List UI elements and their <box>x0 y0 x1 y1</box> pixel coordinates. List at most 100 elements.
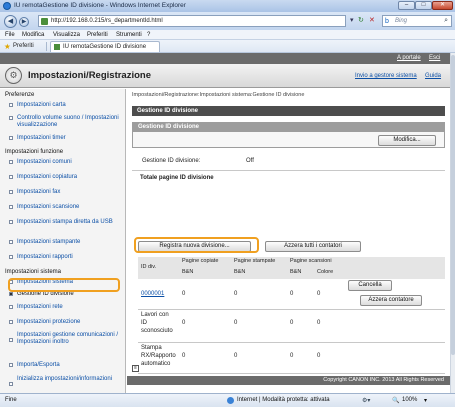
favorites-star-icon[interactable]: ★ <box>4 42 11 51</box>
sidebar-item-paper[interactable]: Impostazioni carta <box>17 102 123 109</box>
menu-bar: File Modifica Visualizza Preferiti Strum… <box>0 30 455 40</box>
delete-button[interactable]: Cancella <box>348 280 392 291</box>
sidebar-item-volume[interactable]: Controllo volume suono / Impostazioni vi… <box>17 115 123 129</box>
bullet-icon <box>9 160 13 164</box>
search-icon[interactable]: ⌕ <box>444 16 448 26</box>
protected-mode-icon[interactable]: ⚙▾ <box>362 397 370 404</box>
menu-help[interactable]: ? <box>147 32 150 38</box>
cell-scan-bw: 0 <box>290 353 294 359</box>
close-button[interactable]: ✕ <box>432 1 453 10</box>
bullet-icon <box>9 205 13 209</box>
stop-icon[interactable]: ✕ <box>369 15 375 26</box>
logout-link[interactable]: Esci <box>429 55 440 61</box>
favorites-button[interactable]: Preferiti <box>13 43 34 49</box>
back-button[interactable]: ◀ <box>4 15 17 28</box>
department-id-link[interactable]: 0000001 <box>141 290 164 298</box>
sidebar-item-usb-print[interactable]: Impostazioni stampa diretta da USB <box>17 219 123 226</box>
bullet-icon <box>9 255 13 259</box>
register-button-highlight <box>134 237 259 253</box>
ie-logo-icon <box>3 2 11 10</box>
tab-title: IU remotaGestione ID divisione <box>63 44 147 50</box>
mail-admin-link[interactable]: Invio a gestore sistema <box>355 73 417 79</box>
sidebar-item-timer[interactable]: Impostazioni timer <box>17 135 123 142</box>
status-bar: Fine Internet | Modalità protetta: attiv… <box>0 393 455 407</box>
status-text: Fine <box>5 397 17 403</box>
favorites-bar: ★ Preferiti IU remotaGestione ID divisio… <box>0 40 455 53</box>
menu-view[interactable]: Visualizza <box>53 32 80 38</box>
scrollbar-thumb[interactable] <box>451 55 455 355</box>
breadcrumb: Impostazioni/Registrazione:Impostazioni … <box>132 92 305 98</box>
sidebar-section-system: Impostazioni sistema <box>5 269 62 275</box>
bullet-icon <box>9 320 13 324</box>
divider <box>132 170 445 171</box>
maximize-button[interactable]: □ <box>415 1 432 10</box>
sidebar-item-initialize[interactable]: Inizializza impostazioni/informazioni <box>17 376 123 383</box>
cell-print-bw: 0 <box>234 320 238 326</box>
col-scanned-bw: B&N <box>290 269 302 275</box>
bullet-icon <box>9 175 13 179</box>
sidebar-item-printer[interactable]: Impostazioni stampante <box>17 239 123 246</box>
page-top-icon[interactable]: ≡ <box>132 365 139 372</box>
menu-edit[interactable]: Modifica <box>22 32 44 38</box>
table-row-auto-report: Stampa RX/Rapporto automatico <box>141 345 176 367</box>
status-value: Off <box>246 158 254 164</box>
sidebar-item-department-id[interactable]: Gestione ID divisione <box>17 291 123 298</box>
search-input[interactable]: b Bing ⌕ <box>382 15 452 27</box>
bullet-icon <box>9 363 13 367</box>
bullet-icon <box>9 103 13 107</box>
sidebar-item-reports[interactable]: Impostazioni rapporti <box>17 254 123 261</box>
sidebar-item-network[interactable]: Impostazioni rete <box>17 304 123 311</box>
divider <box>138 342 445 343</box>
top-link-strip: A portale Esci <box>0 53 450 64</box>
bullet-icon <box>9 240 13 244</box>
sidebar-item-security[interactable]: Impostazioni protezione <box>17 319 123 326</box>
menu-favorites[interactable]: Preferiti <box>87 32 108 38</box>
sidebar-section-functions: Impostazioni funzione <box>5 149 64 155</box>
divider <box>46 42 47 51</box>
cell-print-bw: 0 <box>234 353 238 359</box>
security-zone: Internet | Modalità protetta: attivata <box>237 397 330 403</box>
cell-print-bw: 0 <box>234 291 238 297</box>
navigation-bar: ◀ ▶ http://192.168.0.215/rs_departmentId… <box>0 12 455 30</box>
dropdown-icon[interactable]: ▾ <box>350 15 354 26</box>
bullet-icon <box>9 292 13 296</box>
cell-scan-bw: 0 <box>290 291 294 297</box>
zoom-level[interactable]: 100% <box>402 397 417 403</box>
sidebar-item-fax[interactable]: Impostazioni fax <box>17 189 123 196</box>
zoom-dropdown-icon[interactable]: ▾ <box>424 397 427 404</box>
cell-copy-bw: 0 <box>182 320 186 326</box>
reset-all-counters-button[interactable]: Azzera tutti i contatori <box>265 241 361 252</box>
search-placeholder: Bing <box>395 18 408 24</box>
address-bar[interactable]: http://192.168.0.215/rs_departmentId.htm… <box>38 15 346 27</box>
sidebar-item-import-export[interactable]: Importa/Esporta <box>17 362 123 369</box>
bullet-icon <box>9 136 13 140</box>
tab-favicon-icon <box>54 44 60 50</box>
bing-icon: b <box>385 18 389 25</box>
minimize-button[interactable]: – <box>398 1 415 10</box>
bullet-icon <box>9 220 13 224</box>
bullet-icon <box>9 190 13 194</box>
help-link[interactable]: Guida <box>425 73 441 79</box>
menu-file[interactable]: File <box>5 32 15 38</box>
col-scanned: Pagine scansioni <box>290 258 332 264</box>
zoom-icon[interactable]: 🔍 <box>392 397 399 404</box>
cell-copy-bw: 0 <box>182 291 186 297</box>
cell-copy-bw: 0 <box>182 353 186 359</box>
bullet-icon <box>9 338 13 342</box>
reset-counter-button[interactable]: Azzera contatore <box>360 295 422 306</box>
bullet-icon <box>9 305 13 309</box>
forward-button[interactable]: ▶ <box>19 17 29 27</box>
browser-tab[interactable]: IU remotaGestione ID divisione <box>50 41 160 52</box>
scrollbar[interactable] <box>450 53 455 393</box>
col-copied-bw: B&N <box>182 269 194 275</box>
portal-link[interactable]: A portale <box>397 55 421 61</box>
sidebar-item-communication[interactable]: Impostazioni gestione comunicazioni / Im… <box>17 332 123 346</box>
address-text: http://192.168.0.215/rs_departmentId.htm… <box>51 18 163 24</box>
menu-tools[interactable]: Strumenti <box>116 32 142 38</box>
sidebar-item-common[interactable]: Impostazioni comuni <box>17 159 123 166</box>
col-copied: Pagine copiate <box>182 258 219 264</box>
sidebar-item-scan[interactable]: Impostazioni scansione <box>17 204 123 211</box>
refresh-icon[interactable]: ↻ <box>358 15 364 26</box>
sidebar-item-copy[interactable]: Impostazioni copiatura <box>17 174 123 181</box>
edit-button[interactable]: Modifica... <box>378 135 436 146</box>
